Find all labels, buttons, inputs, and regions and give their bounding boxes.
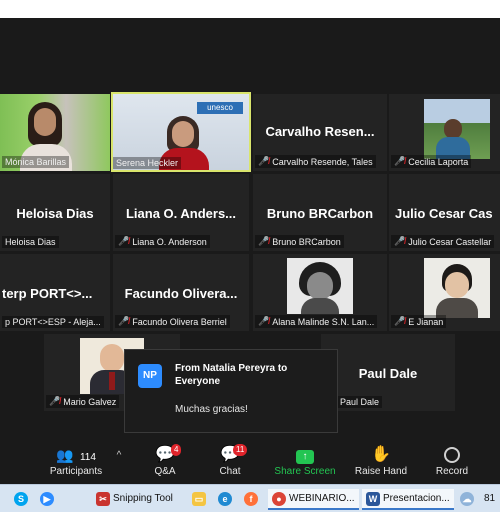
chat-badge: 11 [233,444,248,456]
participant-tile[interactable]: Julio Cesar Cas 🎤̸ Julio Cesar Castellar [389,174,500,251]
participant-name: Mónica Barillas [2,156,70,168]
participant-name: Heloisa Dias [2,236,59,248]
sender-avatar: NP [138,364,162,388]
qa-badge: 4 [171,444,182,456]
qa-button[interactable]: 💬 4 Q&A [145,444,185,477]
skype-app[interactable]: S [14,489,28,508]
record-button[interactable]: Record [430,444,474,477]
participant-name: 🎤̸ Bruno BRCarbon [255,235,344,248]
share-screen-button[interactable]: ↑ Share Screen [272,444,338,477]
hand-icon: ✋ [371,446,391,463]
firefox-icon: f [244,491,258,506]
participants-icon: 👥 [56,447,74,463]
chat-notification-popup[interactable]: NP From Natalia Pereyra to Everyone Much… [124,349,338,433]
taskbar-snipping-label: Snipping Tool [113,493,173,504]
muted-mic-icon: 🎤̸ [258,236,270,246]
participant-display-name: Paul Dale [358,366,418,381]
participants-count: 114 [79,452,96,463]
participant-tile[interactable]: Carvalho Resen... 🎤̸ Carvalho Resende, Ta… [253,94,387,171]
taskbar-webinario-label: WEBINARIO... [289,493,355,504]
record-label: Record [435,466,469,477]
chat-label: Chat [219,466,241,477]
participant-display-name: Liana O. Anders... [125,206,237,221]
skype-icon: S [14,491,28,506]
scissors-icon: ✂ [96,491,110,506]
participant-tile[interactable]: 🎤̸ Alana Malinde S.N. Lan... [253,254,387,331]
muted-mic-icon: 🎤̸ [118,236,130,246]
raise-hand-label: Raise Hand [354,466,408,477]
participant-photo [287,258,353,314]
participant-display-name: Facundo Olivera... [124,286,238,301]
zoom-icon: ▶ [40,491,54,506]
meeting-toolbar: 👥 114 Participants ^ 💬 4 Q&A 💬 11 Chat ↑… [0,436,500,484]
file-explorer-app[interactable]: ▭ [192,489,206,508]
participant-video [424,99,490,159]
participant-tile[interactable]: 🎤̸ Cecilia Laporta [389,94,500,171]
chat-button[interactable]: 💬 11 Chat [210,444,250,477]
participant-name: p PORT<>ESP - Aleja... [2,316,104,328]
participant-name: Serena Heckler [113,157,182,169]
weather-icon: ☁ [460,491,474,506]
participant-tile[interactable]: 🎤̸ E Jianan [389,254,500,331]
muted-mic-icon: 🎤̸ [258,156,270,166]
share-screen-label: Share Screen [274,466,336,477]
firefox-app[interactable]: f [244,489,258,508]
battery-level: 81 [484,493,496,504]
participant-name: 🎤̸ Facundo Olivera Berriel [115,315,230,328]
chat-sender-line: From Natalia Pereyra to Everyone [175,363,288,387]
participant-name: 🎤̸ Mario Galvez [46,395,120,408]
participant-name: Paul Dale [337,396,383,408]
participant-display-name: Carvalho Resen... [265,124,375,139]
edge-icon: e [218,491,232,506]
muted-mic-icon: 🎤̸ [394,316,406,326]
participants-label: Participants [49,466,103,477]
taskbar-webinario[interactable]: ● WEBINARIO... [268,489,359,510]
participant-display-name: terp PORT<>... [2,286,93,301]
unesco-logo: unesco [197,102,243,114]
participant-tile[interactable]: Paul Dale Paul Dale [321,334,455,411]
participant-tile[interactable]: Liana O. Anders... 🎤̸ Liana O. Anderson [113,174,249,251]
muted-mic-icon: 🎤̸ [258,316,270,326]
muted-mic-icon: 🎤̸ [394,156,406,166]
taskbar-presentacion-label: Presentacion... [383,493,450,504]
participant-name: 🎤̸ Liana O. Anderson [115,235,210,248]
word-icon: W [366,491,380,506]
edge-app[interactable]: e [218,489,232,508]
participant-tile[interactable]: Mónica Barillas [0,94,110,171]
taskbar-snipping-tool[interactable]: ✂ Snipping Tool [96,489,173,508]
chat-message-text: Muchas gracias! [175,404,248,415]
participant-tile[interactable]: terp PORT<>... p PORT<>ESP - Aleja... [0,254,110,331]
participant-name: 🎤̸ Alana Malinde S.N. Lan... [255,315,378,328]
raise-hand-button[interactable]: ✋ Raise Hand [352,444,410,477]
folder-icon: ▭ [192,491,206,506]
share-screen-icon: ↑ [296,450,314,464]
qa-label: Q&A [154,466,176,477]
participant-tile-active-speaker[interactable]: unesco Serena Heckler [111,92,251,172]
windows-taskbar: S ▶ ✂ Snipping Tool ▭ e f ● WEBINARIO... W… [0,484,500,512]
muted-mic-icon: 🎤̸ [394,236,406,246]
muted-mic-icon: 🎤̸ [118,316,130,326]
system-tray-icon[interactable]: ☁ [460,489,474,508]
participant-photo [424,258,490,318]
chevron-up-icon: ^ [116,450,122,461]
participant-tile[interactable]: Facundo Olivera... 🎤̸ Facundo Olivera Ber… [113,254,249,331]
participant-tile[interactable]: Heloisa Dias Heloisa Dias [0,174,110,251]
battery-indicator: 81 [484,489,495,508]
participant-name: 🎤̸ Cecilia Laporta [391,155,472,168]
participant-display-name: Julio Cesar Cas [395,206,493,221]
participant-name: 🎤̸ Carvalho Resende, Tales [255,155,376,168]
participant-name: 🎤̸ Julio Cesar Castellar [391,235,495,248]
participant-display-name: Heloisa Dias [16,206,94,221]
record-icon [444,446,460,463]
participant-display-name: Bruno BRCarbon [266,206,374,221]
participant-name: 🎤̸ E Jianan [391,315,447,328]
chrome-icon: ● [272,491,286,506]
zoom-app[interactable]: ▶ [40,489,54,508]
participants-button[interactable]: 👥 114 Participants [48,444,104,477]
muted-mic-icon: 🎤̸ [49,396,61,406]
participants-menu-chevron[interactable]: ^ [113,450,125,461]
taskbar-presentacion[interactable]: W Presentacion... [362,489,454,510]
participant-tile[interactable]: Bruno BRCarbon 🎤̸ Bruno BRCarbon [253,174,387,251]
